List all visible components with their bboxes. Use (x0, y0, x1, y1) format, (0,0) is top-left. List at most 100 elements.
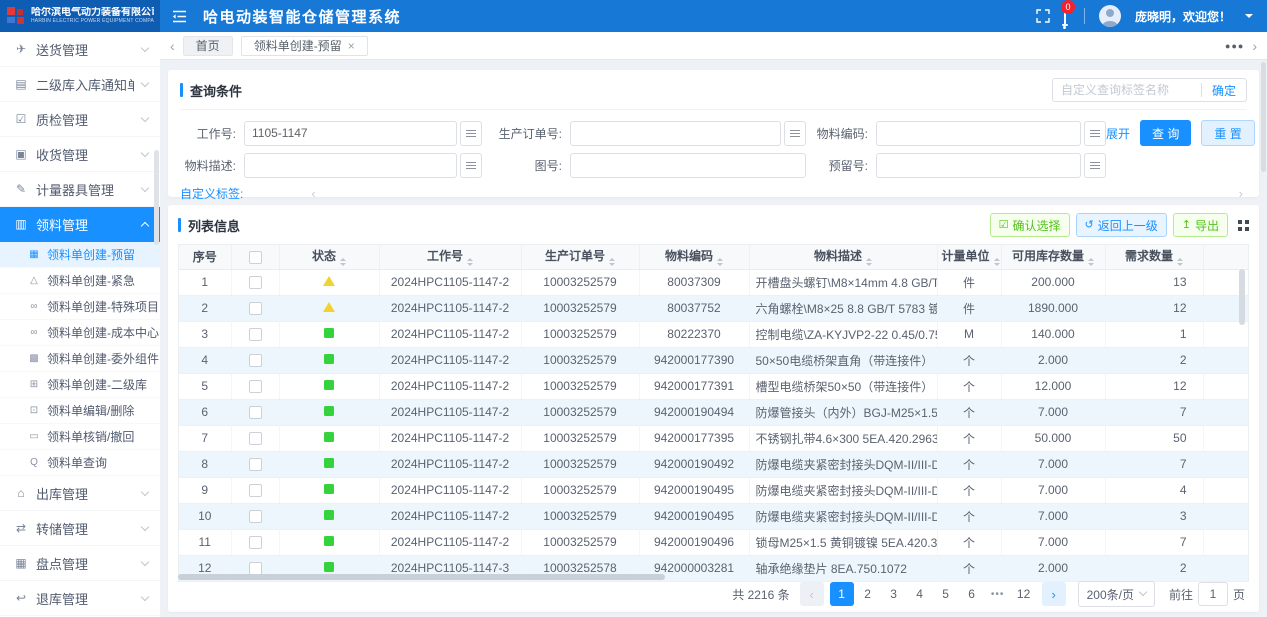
sidebar-scrollbar[interactable] (154, 150, 159, 245)
sidebar-item-outbound[interactable]: ⌂ 出库管理 (0, 476, 160, 511)
row-checkbox[interactable] (249, 458, 262, 471)
sidebar-item-material-requisition[interactable]: ▥ 领料管理 (0, 207, 160, 242)
notifications-bell-icon[interactable]: 0 (1064, 7, 1066, 25)
row-checkbox[interactable] (249, 510, 262, 523)
col-work-no[interactable]: 工作号 (379, 245, 521, 269)
tags-scroll-right-icon[interactable]: › (1239, 186, 1243, 201)
table-row[interactable]: 112024HPC1105-1147-210003252579942000190… (179, 529, 1248, 555)
tabs-scroll-left-icon[interactable]: ‹ (170, 39, 175, 53)
col-unit[interactable]: 计量单位 (937, 245, 1001, 269)
fullscreen-icon[interactable] (1036, 9, 1050, 23)
row-checkbox[interactable] (249, 276, 262, 289)
pagination-prev-icon[interactable]: ‹ (800, 582, 824, 606)
sidebar-subitem-edit-delete[interactable]: ⊡ 领料单编辑/删除 (0, 398, 160, 424)
sidebar-item-secondary-inbound-notice[interactable]: ▤ 二级库入库通知单 (0, 67, 160, 102)
tab-home[interactable]: 首页 (183, 36, 233, 56)
row-checkbox[interactable] (249, 484, 262, 497)
export-button[interactable]: ↥ 导出 (1173, 213, 1228, 237)
back-to-parent-button[interactable]: ↺ 返回上一级 (1076, 213, 1167, 237)
pagination-page-4[interactable]: 4 (908, 582, 932, 606)
row-checkbox[interactable] (249, 354, 262, 367)
sidebar-item-measuring-tools[interactable]: ✎ 计量器具管理 (0, 172, 160, 207)
tags-scroll-left-icon[interactable]: ‹ (311, 186, 315, 201)
select-all-checkbox[interactable] (249, 251, 262, 264)
sort-icon[interactable] (1177, 258, 1183, 266)
pagination-page-6[interactable]: 6 (960, 582, 984, 606)
table-row[interactable]: 32024HPC1105-1147-21000325257980222370控制… (179, 321, 1248, 347)
sidebar-subitem-query[interactable]: Q 领料单查询 (0, 450, 160, 476)
col-material-desc[interactable]: 物料描述 (749, 245, 937, 269)
work-no-input[interactable] (244, 121, 457, 146)
sort-icon[interactable] (717, 258, 723, 266)
search-button[interactable]: 查 询 (1140, 120, 1191, 146)
sort-icon[interactable] (609, 258, 615, 266)
pagination-page-2[interactable]: 2 (856, 582, 880, 606)
user-avatar[interactable] (1099, 5, 1121, 27)
row-checkbox[interactable] (249, 302, 262, 315)
sidebar-item-transfer[interactable]: ⇄ 转储管理 (0, 511, 160, 546)
table-row[interactable]: 102024HPC1105-1147-210003252579942000190… (179, 503, 1248, 529)
multi-value-icon[interactable] (1084, 153, 1106, 178)
custom-tag-label[interactable]: 自定义标签: (180, 185, 243, 202)
table-row[interactable]: 82024HPC1105-1147-2100032525799420001904… (179, 451, 1248, 477)
multi-value-icon[interactable] (1084, 121, 1106, 146)
reset-button[interactable]: 重 置 (1201, 120, 1254, 146)
pagination-page-12[interactable]: 12 (1012, 582, 1036, 606)
order-no-input[interactable] (570, 121, 781, 146)
row-checkbox[interactable] (249, 536, 262, 549)
tabs-more-icon[interactable]: ●●● (1225, 41, 1244, 51)
table-row[interactable]: 62024HPC1105-1147-2100032525799420001904… (179, 399, 1248, 425)
table-horizontal-scrollbar[interactable] (178, 574, 665, 580)
pagination-page-3[interactable]: 3 (882, 582, 906, 606)
sidebar-item-return[interactable]: ↩ 退库管理 (0, 581, 160, 616)
custom-tag-confirm-button[interactable]: 确定 (1202, 82, 1246, 99)
row-checkbox[interactable] (249, 406, 262, 419)
multi-value-icon[interactable] (784, 121, 806, 146)
multi-value-icon[interactable] (460, 121, 482, 146)
page-size-select[interactable]: 200条/页 (1078, 581, 1155, 607)
sidebar-subitem-writeoff-withdraw[interactable]: ▭ 领料单核销/撤回 (0, 424, 160, 450)
table-row[interactable]: 12024HPC1105-1147-21000325257980037309开槽… (179, 269, 1248, 295)
col-status[interactable]: 状态 (279, 245, 379, 269)
sidebar-item-delivery[interactable]: ✈ 送货管理 (0, 32, 160, 67)
confirm-select-button[interactable]: ☑ 确认选择 (990, 213, 1070, 237)
table-row[interactable]: 52024HPC1105-1147-2100032525799420001773… (179, 373, 1248, 399)
sort-icon[interactable] (340, 258, 346, 266)
close-icon[interactable]: × (348, 40, 355, 52)
material-desc-input[interactable] (244, 153, 457, 178)
menu-collapse-icon[interactable] (172, 10, 187, 23)
sort-icon[interactable] (467, 258, 473, 266)
row-checkbox[interactable] (249, 380, 262, 393)
table-vertical-scrollbar[interactable] (1239, 269, 1245, 325)
goto-page-input[interactable] (1198, 582, 1228, 606)
sidebar-item-quality-inspection[interactable]: ☑ 质检管理 (0, 102, 160, 137)
table-row[interactable]: 72024HPC1105-1147-2100032525799420001773… (179, 425, 1248, 451)
row-checkbox[interactable] (249, 328, 262, 341)
sidebar-item-stocktaking[interactable]: ▦ 盘点管理 (0, 546, 160, 581)
col-order-no[interactable]: 生产订单号 (521, 245, 639, 269)
sidebar-subitem-create-cost-center[interactable]: ∞ 领料单创建-成本中心 (0, 320, 160, 346)
sort-icon[interactable] (1088, 258, 1094, 266)
material-code-input[interactable] (876, 121, 1081, 146)
sidebar-subitem-create-special-project[interactable]: ∞ 领料单创建-特殊项目 (0, 294, 160, 320)
sidebar-item-receiving[interactable]: ▣ 收货管理 (0, 137, 160, 172)
col-material-code[interactable]: 物料编码 (639, 245, 749, 269)
col-available-qty[interactable]: 可用库存数量 (1001, 245, 1105, 269)
pagination-ellipsis[interactable]: ••• (986, 582, 1010, 606)
table-row[interactable]: 92024HPC1105-1147-2100032525799420001904… (179, 477, 1248, 503)
table-row[interactable]: 42024HPC1105-1147-2100032525799420001773… (179, 347, 1248, 373)
tab-requisition-reserve[interactable]: 领料单创建-预留 × (241, 36, 368, 56)
drawing-no-input[interactable] (570, 153, 806, 178)
custom-tag-name-input[interactable] (1053, 79, 1201, 101)
sidebar-subitem-create-outsourced[interactable]: ▩ 领料单创建-委外组件 (0, 346, 160, 372)
col-demand-qty[interactable]: 需求数量 (1105, 245, 1203, 269)
sort-icon[interactable] (866, 258, 872, 266)
user-menu-caret-icon[interactable] (1245, 14, 1253, 22)
sidebar-subitem-create-reserve[interactable]: ▦ 领料单创建-预留 (0, 242, 160, 268)
page-scrollbar[interactable] (1261, 62, 1266, 172)
row-checkbox[interactable] (249, 432, 262, 445)
tabs-scroll-right-icon[interactable]: › (1252, 39, 1257, 53)
sidebar-subitem-create-secondary-store[interactable]: ⊞ 领料单创建-二级库 (0, 372, 160, 398)
sort-icon[interactable] (994, 258, 1000, 266)
expand-link[interactable]: 展开 (1106, 125, 1130, 142)
